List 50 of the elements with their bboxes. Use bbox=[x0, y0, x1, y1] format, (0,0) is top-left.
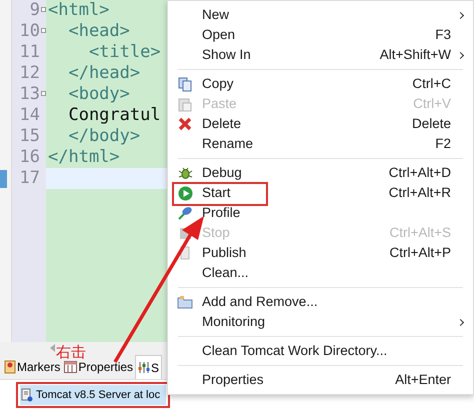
code-line: </html> bbox=[47, 147, 121, 168]
code-line: <head> bbox=[67, 21, 131, 42]
paste-icon bbox=[178, 96, 192, 112]
panel-tab[interactable]: S bbox=[135, 355, 162, 379]
fold-icon[interactable] bbox=[41, 28, 46, 33]
bug-icon bbox=[178, 166, 192, 180]
menu-item[interactable]: Debug Ctrl+Alt+D bbox=[168, 163, 473, 183]
line-number: 16 bbox=[20, 146, 40, 169]
menu-item[interactable]: Open F3 bbox=[168, 25, 473, 45]
server-icon bbox=[21, 388, 33, 402]
menu-item[interactable]: Publish Ctrl+Alt+P bbox=[168, 243, 473, 263]
properties-icon bbox=[64, 361, 78, 373]
menu-item[interactable]: New bbox=[168, 5, 473, 25]
server-name: Tomcat v8.5 Server at loc bbox=[36, 388, 160, 403]
annotation-text: 右击 bbox=[56, 345, 86, 360]
menu-item[interactable]: Rename F2 bbox=[168, 134, 473, 154]
code-line: Congratul bbox=[67, 105, 162, 126]
line-number: 13 bbox=[20, 82, 40, 106]
line-number: 14 bbox=[20, 104, 40, 127]
fold-icon[interactable] bbox=[41, 91, 46, 96]
menu-item[interactable]: Monitoring bbox=[168, 312, 473, 332]
menu-item[interactable]: Show In Alt+Shift+W bbox=[168, 45, 473, 65]
line-number: 11 bbox=[20, 40, 40, 64]
line-number: 17 bbox=[20, 166, 40, 190]
folder-icon bbox=[177, 295, 193, 309]
code-line: </head> bbox=[67, 63, 142, 84]
line-number: 15 bbox=[20, 124, 40, 148]
menu-item[interactable]: Clean... bbox=[168, 263, 473, 283]
menu-item[interactable]: Profile bbox=[168, 203, 473, 223]
menu-item[interactable]: Add and Remove... bbox=[168, 292, 473, 312]
line-number: 9 bbox=[30, 0, 40, 22]
servers-icon bbox=[138, 362, 150, 373]
menu-item[interactable]: Delete Delete bbox=[168, 114, 473, 134]
menu-item[interactable]: Start Ctrl+Alt+R bbox=[168, 183, 473, 203]
markers-icon bbox=[4, 360, 16, 374]
menu-item[interactable]: Clean Tomcat Work Directory... bbox=[168, 341, 473, 361]
menu-item[interactable]: Properties Alt+Enter bbox=[168, 370, 473, 390]
fold-icon[interactable] bbox=[41, 7, 46, 12]
menu-item[interactable]: Copy Ctrl+C bbox=[168, 74, 473, 94]
line-number: 12 bbox=[20, 62, 40, 85]
play-icon bbox=[178, 186, 192, 200]
server-row[interactable]: Tomcat v8.5 Server at loc bbox=[20, 385, 166, 405]
copy-icon bbox=[178, 76, 192, 92]
line-number: 10 bbox=[20, 20, 40, 43]
code-line: <title> bbox=[88, 42, 162, 63]
code-line: </body> bbox=[67, 126, 142, 147]
code-line: <html> bbox=[47, 0, 110, 21]
code-line: <body> bbox=[67, 84, 131, 105]
delete-icon bbox=[178, 117, 192, 131]
profile-icon bbox=[177, 206, 193, 220]
